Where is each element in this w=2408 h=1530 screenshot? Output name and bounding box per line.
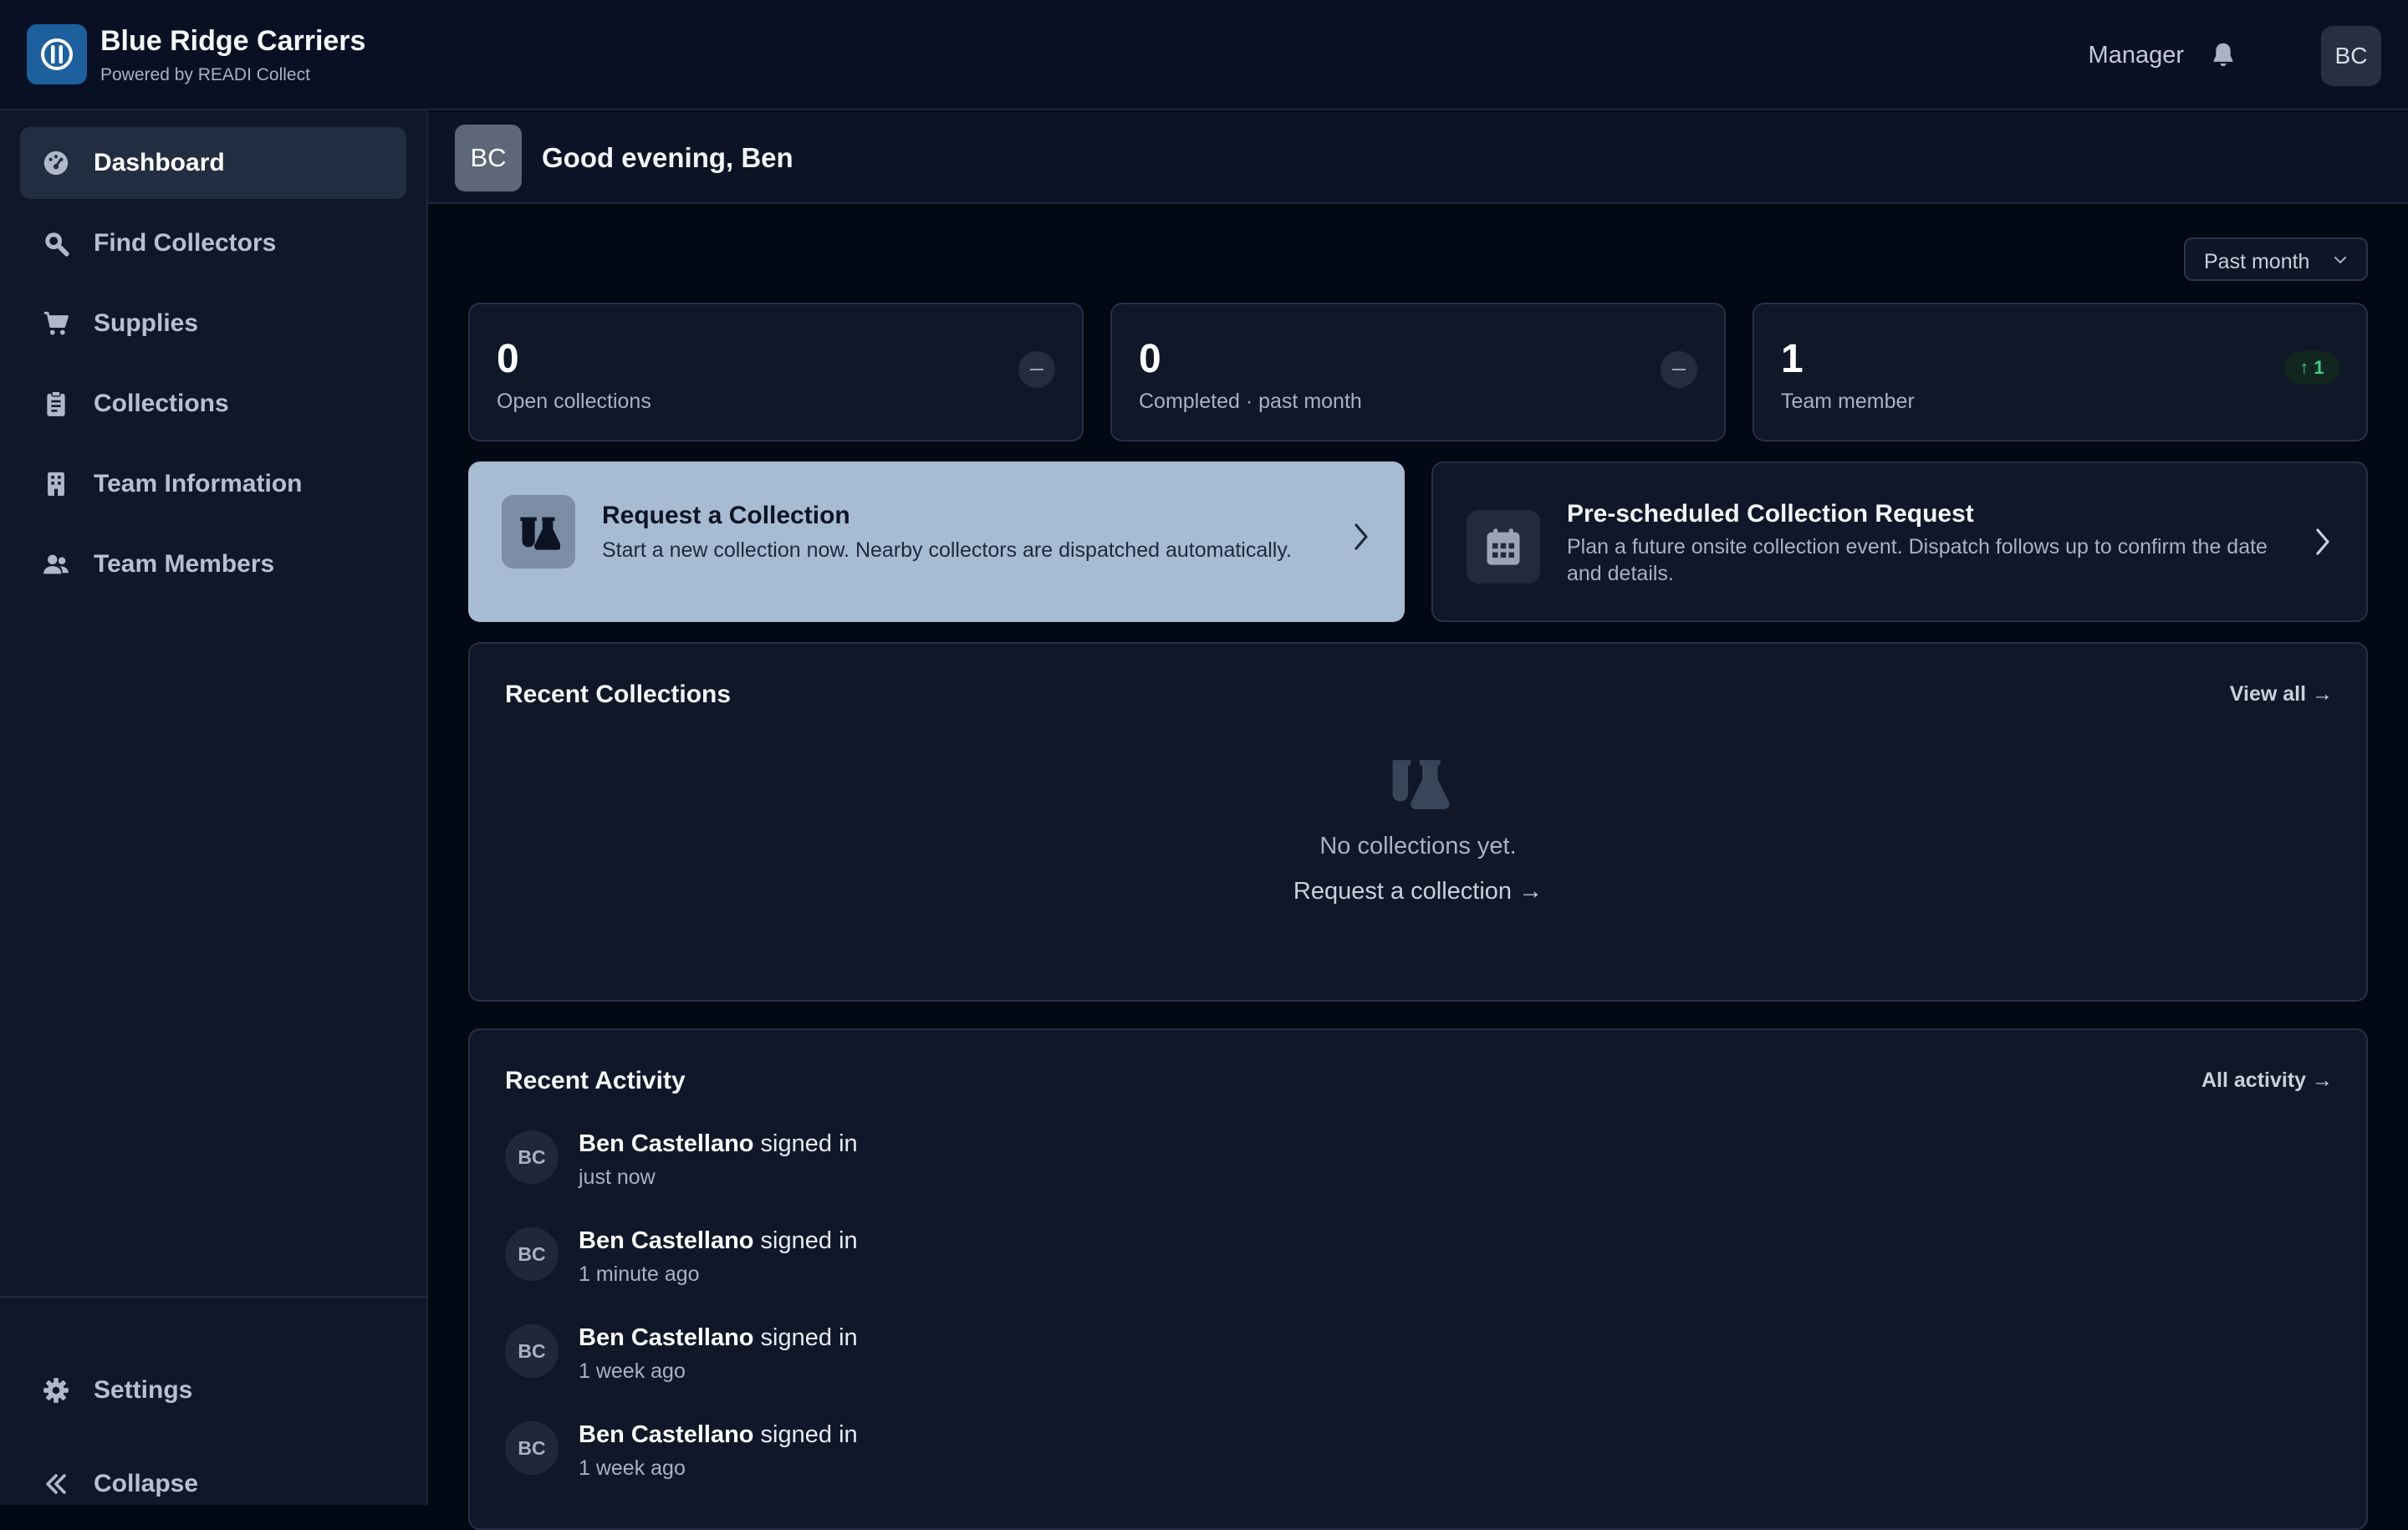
chevron-right-icon — [2316, 528, 2329, 555]
chevron-right-icon — [1354, 523, 1368, 550]
activity-action: signed in — [753, 1227, 858, 1254]
list-item: BC Ben Castellano signed in 1 week ago — [505, 1324, 1341, 1391]
request-collection-link[interactable]: Request a collection → — [470, 878, 2366, 905]
list-item: BC Ben Castellano signed in just now — [505, 1130, 1341, 1197]
avatar: BC — [505, 1324, 559, 1378]
sidebar-item-dashboard[interactable]: Dashboard — [20, 127, 406, 199]
double-chevron-left-icon — [46, 1474, 66, 1494]
sidebar-item-team-information[interactable]: Team Information — [20, 448, 406, 520]
trend-neutral-icon — [1661, 351, 1697, 388]
stat-value: 1 — [1781, 337, 1803, 381]
trend-neutral-icon — [1018, 351, 1055, 388]
period-dropdown[interactable]: Past month — [2184, 237, 2368, 281]
top-bar: Blue Ridge Carriers Powered by READI Col… — [0, 0, 2408, 110]
brand-logo-icon[interactable] — [27, 24, 87, 84]
building-icon — [48, 472, 64, 497]
activity-action: signed in — [753, 1130, 858, 1157]
stat-value: 0 — [497, 337, 519, 381]
activity-action: signed in — [753, 1421, 858, 1448]
avatar: BC — [505, 1421, 559, 1475]
list-item: BC Ben Castellano signed in 1 week ago — [505, 1421, 1341, 1488]
all-activity-link[interactable]: All activity → — [2201, 1068, 2333, 1093]
stat-label: Team member — [1781, 390, 1915, 413]
activity-text: Ben Castellano signed in — [579, 1227, 858, 1255]
dashboard-icon — [43, 150, 69, 176]
panel-title: Recent Activity — [505, 1067, 686, 1094]
activity-user: Ben Castellano — [579, 1227, 754, 1254]
greeting-header: BC Good evening, Ben — [428, 112, 2408, 204]
sidebar-item-find-collectors[interactable]: Find Collectors — [20, 207, 406, 279]
greeting-text: Good evening, Ben — [542, 142, 793, 173]
sidebar-item-label: Find Collectors — [94, 229, 277, 257]
role-label[interactable]: Manager — [2089, 42, 2184, 69]
request-collection-title: Request a Collection — [602, 502, 850, 529]
list-item: BC Ben Castellano signed in 1 minute ago — [505, 1227, 1341, 1294]
stat-card-open-collections: 0 Open collections — [468, 303, 1084, 441]
period-selected: Past month — [2204, 250, 2310, 273]
activity-user: Ben Castellano — [579, 1324, 754, 1351]
sidebar-item-label: Collapse — [94, 1470, 199, 1497]
prescheduled-title: Pre-scheduled Collection Request — [1567, 500, 1974, 528]
user-avatar[interactable]: BC — [2321, 26, 2381, 86]
panel-title: Recent Collections — [505, 681, 732, 708]
avatar: BC — [455, 125, 522, 191]
flask-icon — [502, 495, 575, 569]
calendar-icon — [1467, 510, 1540, 584]
avatar: BC — [505, 1130, 559, 1184]
sidebar-item-label: Dashboard — [94, 149, 225, 176]
activity-time: just now — [579, 1165, 656, 1189]
sidebar-item-label: Supplies — [94, 309, 199, 337]
empty-state-text: No collections yet. — [1319, 833, 1517, 859]
recent-collections-panel: Recent Collections View all → No collect… — [468, 642, 2368, 1002]
activity-text: Ben Castellano signed in — [579, 1421, 858, 1449]
sidebar-item-label: Collections — [94, 390, 229, 417]
stat-label: Completed · past month — [1139, 390, 1362, 413]
brand-subtitle: Powered by READI Collect — [100, 65, 310, 84]
activity-action: signed in — [753, 1324, 858, 1351]
stat-label: Open collections — [497, 390, 651, 413]
bell-icon[interactable] — [2207, 39, 2239, 71]
activity-text: Ben Castellano signed in — [579, 1130, 858, 1158]
flask-icon — [1392, 760, 1450, 809]
request-collection-description: Start a new collection now. Nearby colle… — [602, 538, 1292, 562]
sidebar-item-team-members[interactable]: Team Members — [20, 528, 406, 600]
activity-time: 1 week ago — [579, 1456, 686, 1480]
prescheduled-description: Plan a future onsite collection event. D… — [1567, 535, 2268, 585]
recent-activity-panel: Recent Activity All activity → BC Ben Ca… — [468, 1028, 2368, 1530]
avatar: BC — [505, 1227, 559, 1281]
sidebar: Dashboard Find Collectors Supplies Colle… — [0, 110, 428, 1505]
sidebar-collapse-button[interactable]: Collapse — [20, 1448, 406, 1520]
clipboard-icon — [47, 390, 65, 416]
request-collection-card[interactable]: Request a Collection Start a new collect… — [468, 462, 1405, 622]
activity-user: Ben Castellano — [579, 1130, 754, 1157]
activity-time: 1 week ago — [579, 1359, 686, 1383]
sidebar-item-collections[interactable]: Collections — [20, 368, 406, 440]
sidebar-item-settings[interactable]: Settings — [20, 1354, 406, 1426]
activity-text: Ben Castellano signed in — [579, 1324, 858, 1352]
brand-name: Blue Ridge Carriers — [100, 25, 366, 57]
gear-icon — [43, 1378, 69, 1403]
stat-value: 0 — [1139, 337, 1161, 381]
search-icon — [45, 232, 69, 257]
stat-card-team-members: 1 Team member ↑ 1 — [1752, 303, 2368, 441]
activity-time: 1 minute ago — [579, 1262, 700, 1286]
activity-user: Ben Castellano — [579, 1421, 754, 1448]
prescheduled-collection-card[interactable]: Pre-scheduled Collection Request Plan a … — [1431, 462, 2368, 622]
users-icon — [43, 554, 69, 574]
sidebar-item-label: Team Members — [94, 550, 275, 578]
sidebar-item-label: Team Information — [94, 470, 303, 497]
cart-icon — [43, 311, 69, 335]
chevron-down-icon — [2334, 257, 2346, 264]
sidebar-divider — [0, 1296, 426, 1298]
sidebar-item-label: Settings — [94, 1376, 193, 1404]
view-all-link[interactable]: View all → — [2230, 682, 2333, 706]
trend-up-badge: ↑ 1 — [2284, 351, 2339, 385]
stat-card-completed: 0 Completed · past month — [1110, 303, 1726, 441]
sidebar-item-supplies[interactable]: Supplies — [20, 288, 406, 360]
